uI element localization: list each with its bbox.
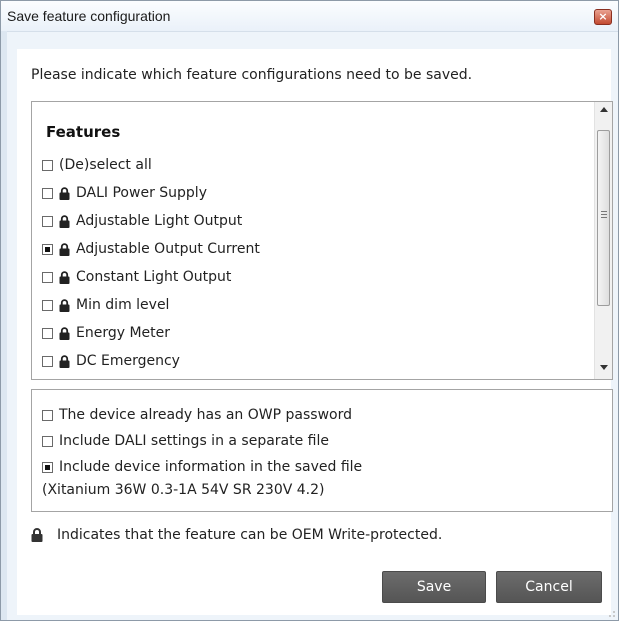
cancel-button[interactable]: Cancel xyxy=(496,571,602,603)
option-label: Include DALI settings in a separate file xyxy=(59,433,330,449)
chevron-up-icon xyxy=(599,107,608,112)
title-bar[interactable]: Save feature configuration × xyxy=(1,1,618,32)
window-title: Save feature configuration xyxy=(7,8,171,24)
features-panel: Features (De)select all DALI Power Supply… xyxy=(31,101,613,380)
lock-icon xyxy=(59,354,70,368)
scrollbar-thumb[interactable] xyxy=(597,130,610,306)
lock-icon xyxy=(59,298,70,312)
feature-checkbox[interactable] xyxy=(42,355,53,367)
options-panel: The device already has an OWP password In… xyxy=(31,389,613,512)
feature-item[interactable]: (De)select all xyxy=(42,151,260,179)
window-frame xyxy=(1,31,7,620)
lock-icon xyxy=(59,242,70,256)
lock-icon xyxy=(59,270,70,284)
save-feature-dialog: Save feature configuration × Please indi… xyxy=(0,0,619,621)
close-icon: × xyxy=(598,10,608,23)
features-scrollbar[interactable] xyxy=(594,102,612,379)
option-label: The device already has an OWP password xyxy=(59,407,352,423)
grip-icon xyxy=(601,211,607,212)
feature-checkbox[interactable] xyxy=(42,299,53,311)
dialog-content: Please indicate which feature configurat… xyxy=(17,49,613,615)
option-item[interactable]: Include device information in the saved … xyxy=(42,454,362,480)
lock-legend: Indicates that the feature can be OEM Wr… xyxy=(31,527,442,543)
feature-label: DC Emergency xyxy=(76,353,180,369)
feature-label: Min dim level xyxy=(76,297,170,313)
options-list: The device already has an OWP password In… xyxy=(42,402,362,480)
features-list: (De)select all DALI Power Supply Adjustabl… xyxy=(42,151,260,375)
feature-label: DALI Power Supply xyxy=(76,185,207,201)
feature-item[interactable]: Energy Meter xyxy=(42,319,260,347)
feature-checkbox[interactable] xyxy=(42,187,53,199)
legend-text: Indicates that the feature can be OEM Wr… xyxy=(57,527,443,543)
feature-checkbox[interactable] xyxy=(42,215,53,227)
features-heading: Features xyxy=(46,123,121,141)
chevron-down-icon xyxy=(599,365,608,370)
feature-item[interactable]: Min dim level xyxy=(42,291,260,319)
option-item[interactable]: The device already has an OWP password xyxy=(42,402,362,428)
lock-icon xyxy=(59,326,70,340)
lock-icon xyxy=(59,186,70,200)
feature-label: Energy Meter xyxy=(76,325,171,341)
option-checkbox[interactable] xyxy=(42,461,53,473)
option-checkbox[interactable] xyxy=(42,409,53,421)
lock-icon xyxy=(31,528,43,542)
feature-item[interactable]: DC Emergency xyxy=(42,347,260,375)
feature-item[interactable]: DALI Power Supply xyxy=(42,179,260,207)
feature-checkbox[interactable] xyxy=(42,327,53,339)
scroll-down-button[interactable] xyxy=(595,360,612,377)
feature-item[interactable]: Adjustable Light Output xyxy=(42,207,260,235)
scroll-up-button[interactable] xyxy=(595,102,612,119)
resize-grip-icon[interactable] xyxy=(604,606,616,618)
instruction-text: Please indicate which feature configurat… xyxy=(31,67,473,83)
feature-item[interactable]: Constant Light Output xyxy=(42,263,260,291)
close-button[interactable]: × xyxy=(594,9,612,25)
lock-icon xyxy=(59,214,70,228)
feature-checkbox[interactable] xyxy=(42,243,53,255)
feature-label: Adjustable Output Current xyxy=(76,241,260,257)
device-info: (Xitanium 36W 0.3-1A 54V SR 230V 4.2) xyxy=(42,482,325,498)
option-checkbox[interactable] xyxy=(42,435,53,447)
feature-label: Adjustable Light Output xyxy=(76,213,243,229)
option-label: Include device information in the saved … xyxy=(59,459,363,475)
feature-label: Constant Light Output xyxy=(76,269,232,285)
feature-checkbox[interactable] xyxy=(42,159,53,171)
save-button[interactable]: Save xyxy=(382,571,486,603)
option-item[interactable]: Include DALI settings in a separate file xyxy=(42,428,362,454)
feature-checkbox[interactable] xyxy=(42,271,53,283)
feature-label: (De)select all xyxy=(59,157,152,173)
feature-item[interactable]: Adjustable Output Current xyxy=(42,235,260,263)
